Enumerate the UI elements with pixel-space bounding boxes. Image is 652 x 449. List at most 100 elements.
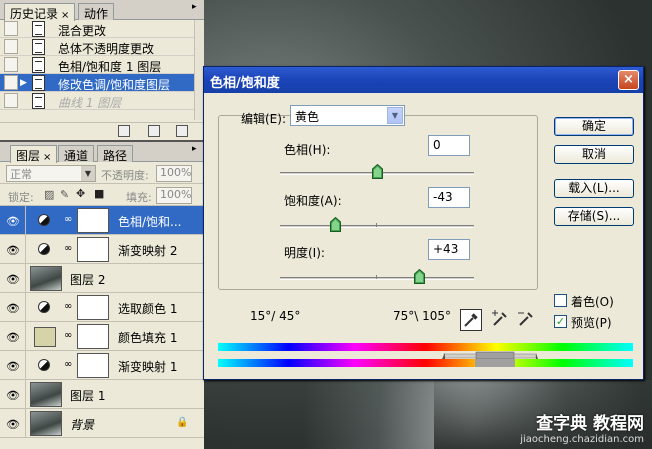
layer-mask-thumbnail[interactable]	[77, 208, 109, 233]
ok-button[interactable]: 确定	[554, 117, 634, 136]
history-item[interactable]: 混合更改	[0, 20, 204, 38]
layer-name: 选取颜色 1	[118, 302, 178, 316]
history-checkbox[interactable]	[4, 75, 18, 90]
lock-move-icon[interactable]: ✥	[76, 187, 85, 200]
panel-menu-icon[interactable]: ▸	[192, 2, 202, 16]
tab-actions[interactable]: 动作	[78, 3, 115, 21]
layer-mask-thumbnail[interactable]	[77, 353, 109, 378]
visibility-toggle[interactable]: 👁	[0, 409, 26, 438]
link-icon: ∞	[64, 330, 73, 341]
hue-range-slider[interactable]	[442, 351, 538, 359]
eye-icon: 👁	[6, 418, 20, 431]
adjustment-layer-icon	[38, 214, 50, 226]
visibility-toggle[interactable]: 👁	[0, 264, 26, 293]
trash-icon[interactable]	[176, 125, 188, 137]
layer-name: 图层 2	[70, 273, 106, 287]
layer-row[interactable]: 👁 ∞ 选取颜色 1	[0, 293, 204, 322]
edit-channel-value: 黄色	[295, 110, 320, 124]
tab-layers[interactable]: 图层 ×	[10, 145, 58, 163]
fill-color-swatch[interactable]	[34, 327, 56, 347]
layer-mask-thumbnail[interactable]	[77, 324, 109, 349]
adjustment-layer-icon	[38, 359, 50, 371]
colorize-checkbox[interactable]	[554, 294, 567, 307]
hue-slider-knob[interactable]	[372, 164, 383, 179]
history-item-label: 混合更改	[58, 24, 107, 38]
edit-channel-select[interactable]: 黄色 ▼	[290, 105, 405, 126]
layer-mask-thumbnail[interactable]	[77, 237, 109, 262]
lightness-slider-track[interactable]	[280, 269, 474, 284]
snapshot-icon[interactable]	[148, 125, 160, 137]
eyedropper-icon[interactable]	[460, 309, 482, 331]
tab-paths[interactable]: 路径	[97, 145, 134, 163]
close-icon[interactable]: ×	[618, 70, 639, 90]
cancel-button[interactable]: 取消	[554, 145, 634, 164]
adjustment-layer-icon	[38, 243, 50, 255]
history-item[interactable]: 色相/饱和度 1 图层	[0, 56, 204, 74]
lock-all-icon[interactable]: ■	[94, 187, 104, 200]
link-icon: ∞	[64, 301, 73, 312]
eye-icon: 👁	[6, 389, 20, 402]
visibility-toggle[interactable]: 👁	[0, 206, 26, 235]
eyedropper-minus-icon[interactable]	[516, 309, 538, 331]
lightness-label: 明度(I):	[284, 246, 325, 260]
preview-checkbox[interactable]: ✓	[554, 315, 567, 328]
layer-name: 渐变映射 1	[118, 360, 178, 374]
history-checkbox[interactable]	[4, 57, 18, 72]
visibility-toggle[interactable]: 👁	[0, 322, 26, 351]
layer-thumbnail[interactable]	[30, 266, 62, 291]
layer-row[interactable]: 👁 背景 🔒	[0, 409, 204, 438]
layer-row[interactable]: 👁 图层 2	[0, 264, 204, 293]
tab-history-label: 历史记录	[10, 7, 59, 21]
history-footer	[0, 122, 204, 140]
chevron-down-icon: ▼	[387, 107, 403, 124]
new-document-icon[interactable]	[118, 125, 130, 137]
hue-input[interactable]: 0	[428, 135, 470, 156]
history-checkbox[interactable]	[4, 21, 18, 36]
layer-row[interactable]: 👁 ∞ 颜色填充 1	[0, 322, 204, 351]
eye-icon: 👁	[6, 331, 20, 344]
layers-tabbar: 图层 × 通道 路径 ▸	[0, 142, 204, 163]
lock-label: 锁定:	[8, 191, 34, 204]
save-button[interactable]: 存储(S)...	[554, 207, 634, 226]
eyedropper-plus-icon[interactable]	[490, 309, 512, 331]
lock-transparency-icon[interactable]: ▨	[44, 188, 54, 201]
opacity-input[interactable]: 100%	[156, 165, 192, 182]
load-button[interactable]: 载入(L)...	[554, 179, 634, 198]
history-item[interactable]: ▶ 修改色调/饱和度图层	[0, 74, 204, 92]
dialog-titlebar[interactable]: 色相/饱和度 ×	[204, 67, 643, 93]
range-right-value: 75°\ 105°	[393, 309, 452, 323]
range-left-value: 15°/ 45°	[250, 309, 301, 323]
visibility-toggle[interactable]: 👁	[0, 351, 26, 380]
history-item[interactable]: 总体不透明度更改	[0, 38, 204, 56]
layer-row[interactable]: 👁 图层 1	[0, 380, 204, 409]
visibility-toggle[interactable]: 👁	[0, 293, 26, 322]
lightness-tick	[376, 275, 377, 279]
saturation-input[interactable]: -43	[428, 187, 470, 208]
saturation-slider-track[interactable]	[280, 217, 474, 232]
layer-thumbnail[interactable]	[30, 411, 62, 436]
lightness-slider-knob[interactable]	[414, 269, 425, 284]
visibility-toggle[interactable]: 👁	[0, 380, 26, 409]
layer-row[interactable]: 👁 ∞ 渐变映射 1	[0, 351, 204, 380]
lightness-input[interactable]: +43	[428, 239, 470, 260]
layer-row[interactable]: 👁 ∞ 渐变映射 2	[0, 235, 204, 264]
layer-row[interactable]: 👁 ∞ 色相/饱和...	[0, 206, 204, 235]
layer-mask-thumbnail[interactable]	[77, 295, 109, 320]
output-hue-spectrum	[218, 359, 633, 367]
fill-input[interactable]: 100%	[156, 187, 192, 204]
blend-mode-select[interactable]: 正常 ▼	[6, 165, 96, 182]
visibility-toggle[interactable]: 👁	[0, 235, 26, 264]
history-item[interactable]: 曲线 1 图层	[0, 92, 204, 110]
lock-brush-icon[interactable]: ✎	[60, 188, 69, 201]
panel-menu-icon[interactable]: ▸	[192, 144, 202, 158]
tab-history[interactable]: 历史记录 ×	[4, 3, 76, 21]
lock-icon: 🔒	[176, 417, 189, 428]
history-item-label: 色相/饱和度 1 图层	[58, 60, 162, 74]
history-checkbox[interactable]	[4, 39, 18, 54]
saturation-slider-knob[interactable]	[330, 217, 341, 232]
layer-thumbnail[interactable]	[30, 382, 62, 407]
layer-name: 背景	[70, 418, 95, 432]
history-checkbox[interactable]	[4, 93, 18, 108]
tab-channels[interactable]: 通道	[58, 145, 95, 163]
hue-slider-track[interactable]	[280, 164, 474, 179]
